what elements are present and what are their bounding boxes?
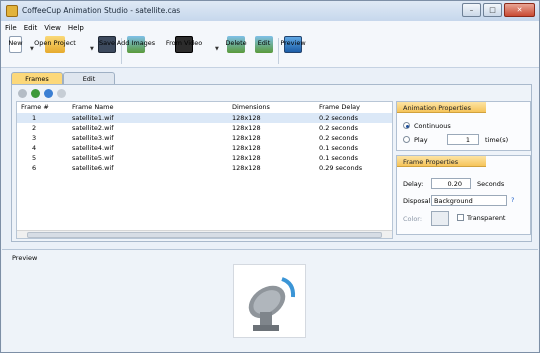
window-title: CoffeeCup Animation Studio - satellite.c… bbox=[22, 6, 181, 15]
move-up-icon[interactable] bbox=[18, 89, 27, 98]
frame-delay: 0.2 seconds bbox=[319, 124, 358, 132]
frame-delay: 0.1 seconds bbox=[319, 154, 358, 162]
table-header: Frame # Frame Name Dimensions Frame Dela… bbox=[17, 102, 392, 112]
frame-name: satellite6.wif bbox=[72, 164, 114, 172]
transparent-label: Transparent bbox=[467, 214, 506, 222]
menu-help[interactable]: Help bbox=[68, 24, 84, 32]
table-row[interactable]: 2 satellite2.wif 128x128 0.2 seconds bbox=[17, 123, 392, 133]
frame-name: satellite1.wif bbox=[72, 114, 114, 122]
table-row[interactable]: 4 satellite4.wif 128x128 0.1 seconds bbox=[17, 143, 392, 153]
seconds-label: Seconds bbox=[477, 180, 505, 188]
delete-button[interactable]: Delete bbox=[225, 36, 247, 67]
disposal-select[interactable]: Background bbox=[431, 195, 507, 206]
frame-delay: 0.2 seconds bbox=[319, 134, 358, 142]
save-button[interactable]: Save bbox=[98, 36, 116, 67]
frame-dimensions: 128x128 bbox=[232, 144, 261, 152]
help-icon[interactable]: ? bbox=[511, 196, 514, 204]
close-button[interactable]: ✕ bbox=[504, 3, 535, 17]
frame-name: satellite4.wif bbox=[72, 144, 114, 152]
play-icon[interactable] bbox=[44, 89, 53, 98]
frame-number: 5 bbox=[32, 154, 37, 162]
menu-file[interactable]: File bbox=[5, 24, 17, 32]
disposal-label: Disposal: bbox=[403, 197, 433, 205]
frame-name: satellite2.wif bbox=[72, 124, 114, 132]
toolbar: New ▼ Open Project ▼ Save Add Images Fro… bbox=[1, 34, 539, 68]
continuous-radio[interactable] bbox=[403, 122, 410, 129]
minimize-button[interactable]: – bbox=[462, 3, 481, 17]
frame-number: 3 bbox=[32, 134, 37, 142]
frame-number: 2 bbox=[32, 124, 37, 132]
frame-order-tools bbox=[18, 89, 70, 98]
color-swatch[interactable] bbox=[431, 211, 449, 226]
animation-properties-title: Animation Properties bbox=[397, 102, 486, 113]
column-frame-number[interactable]: Frame # bbox=[21, 103, 49, 111]
frame-properties-title: Frame Properties bbox=[397, 156, 486, 167]
continuous-label: Continuous bbox=[414, 122, 451, 130]
animation-properties-panel: Animation Properties Continuous Play 1 t… bbox=[396, 101, 531, 151]
table-row[interactable]: 1 satellite1.wif 128x128 0.2 seconds bbox=[17, 113, 392, 123]
column-frame-name[interactable]: Frame Name bbox=[72, 103, 114, 111]
frame-properties-panel: Frame Properties Delay: 0.20 Seconds Dis… bbox=[396, 155, 531, 235]
delay-label: Delay: bbox=[403, 180, 424, 188]
horizontal-scrollbar[interactable] bbox=[17, 230, 392, 238]
scrollbar-thumb[interactable] bbox=[27, 232, 382, 238]
app-icon bbox=[6, 5, 18, 17]
menu-edit[interactable]: Edit bbox=[24, 24, 38, 32]
play-count-stepper[interactable]: 1 bbox=[447, 134, 479, 145]
new-button[interactable]: New bbox=[8, 36, 23, 67]
frames-panel: Frame # Frame Name Dimensions Frame Dela… bbox=[11, 84, 532, 242]
move-down-icon[interactable] bbox=[31, 89, 40, 98]
stop-icon[interactable] bbox=[57, 89, 66, 98]
edit-button[interactable]: Edit bbox=[255, 36, 273, 67]
frame-name: satellite5.wif bbox=[72, 154, 114, 162]
app-window: CoffeeCup Animation Studio - satellite.c… bbox=[0, 0, 540, 353]
add-images-button[interactable]: Add Images bbox=[117, 36, 155, 67]
from-video-button[interactable]: From Video bbox=[166, 36, 202, 67]
frame-number: 6 bbox=[32, 164, 37, 172]
frame-dimensions: 128x128 bbox=[232, 114, 261, 122]
video-dropdown-icon[interactable]: ▼ bbox=[215, 46, 219, 52]
menu-bar: File Edit View Help bbox=[1, 21, 539, 34]
play-radio[interactable] bbox=[403, 136, 410, 143]
preview-button[interactable]: Preview bbox=[280, 36, 306, 67]
frame-delay: 0.2 seconds bbox=[319, 114, 358, 122]
frame-dimensions: 128x128 bbox=[232, 124, 261, 132]
frame-number: 1 bbox=[32, 114, 37, 122]
table-row[interactable]: 6 satellite6.wif 128x128 0.29 seconds bbox=[17, 163, 392, 173]
frame-name: satellite3.wif bbox=[72, 134, 114, 142]
color-label: Color: bbox=[403, 215, 423, 223]
preview-image bbox=[233, 264, 306, 338]
frame-number: 4 bbox=[32, 144, 37, 152]
table-row[interactable]: 5 satellite5.wif 128x128 0.1 seconds bbox=[17, 153, 392, 163]
open-dropdown-icon[interactable]: ▼ bbox=[90, 46, 94, 52]
title-bar[interactable]: CoffeeCup Animation Studio - satellite.c… bbox=[1, 1, 539, 21]
column-dimensions[interactable]: Dimensions bbox=[232, 103, 270, 111]
satellite-dish-icon bbox=[248, 277, 296, 331]
frame-dimensions: 128x128 bbox=[232, 154, 261, 162]
frame-delay: 0.1 seconds bbox=[319, 144, 358, 152]
menu-view[interactable]: View bbox=[44, 24, 61, 32]
times-label: time(s) bbox=[485, 136, 509, 144]
frame-dimensions: 128x128 bbox=[232, 134, 261, 142]
table-row[interactable]: 3 satellite3.wif 128x128 0.2 seconds bbox=[17, 133, 392, 143]
column-frame-delay[interactable]: Frame Delay bbox=[319, 103, 360, 111]
maximize-button[interactable]: □ bbox=[483, 3, 502, 17]
delay-stepper[interactable]: 0.20 bbox=[431, 178, 471, 189]
frames-table[interactable]: Frame # Frame Name Dimensions Frame Dela… bbox=[16, 101, 393, 239]
open-project-button[interactable]: Open Project bbox=[34, 36, 76, 67]
preview-label: Preview bbox=[12, 254, 38, 262]
frame-dimensions: 128x128 bbox=[232, 164, 261, 172]
toolbar-separator bbox=[278, 38, 279, 64]
transparent-checkbox[interactable] bbox=[457, 214, 464, 221]
frame-delay: 0.29 seconds bbox=[319, 164, 363, 172]
play-label: Play bbox=[414, 136, 428, 144]
